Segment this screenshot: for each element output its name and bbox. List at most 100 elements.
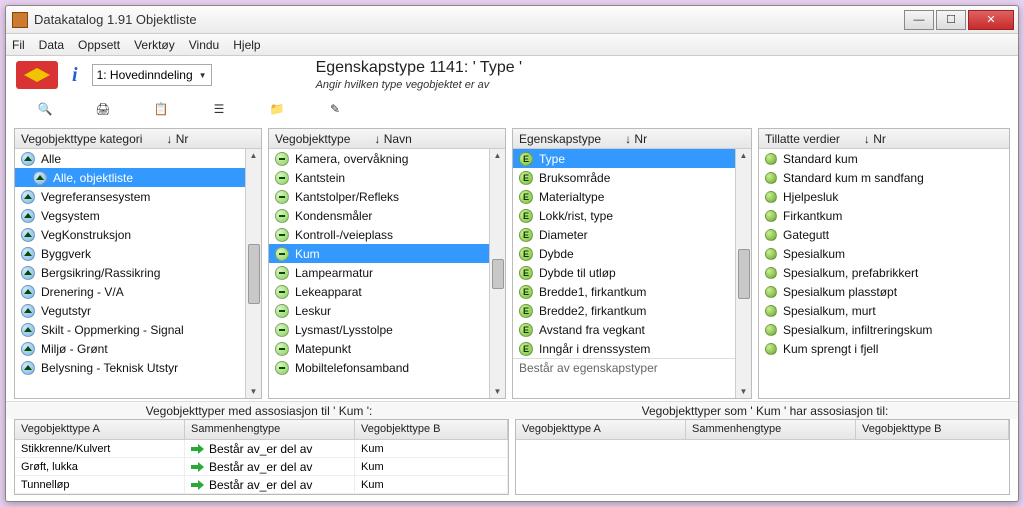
list-item[interactable]: Skilt - Oppmerking - Signal: [15, 320, 245, 339]
list-item[interactable]: Lampearmatur: [269, 263, 489, 282]
list-item[interactable]: Kondensmåler: [269, 206, 489, 225]
list-item[interactable]: Hjelpesluk: [759, 187, 1009, 206]
list-item[interactable]: Alle, objektliste: [15, 168, 245, 187]
list-item-label: Kontroll-/veieplass: [295, 228, 393, 242]
list-item[interactable]: Lekeapparat: [269, 282, 489, 301]
list-icon[interactable]: ☰: [210, 100, 228, 118]
list-item[interactable]: Vegreferansesystem: [15, 187, 245, 206]
list-item[interactable]: Lysmast/Lysstolpe: [269, 320, 489, 339]
scrollbar[interactable]: ▲ ▼: [245, 149, 261, 398]
kategori-list[interactable]: AlleAlle, objektlisteVegreferansesystemV…: [15, 149, 245, 398]
list-item[interactable]: ELokk/rist, type: [513, 206, 735, 225]
col-sammenhengtype[interactable]: Sammenhengtype: [185, 420, 355, 439]
table-row[interactable]: TunnelløpBestår av_er del avKum: [15, 476, 508, 494]
list-item[interactable]: Kantstolper/Refleks: [269, 187, 489, 206]
list-item[interactable]: Alle: [15, 149, 245, 168]
col-vegobjekttype-b[interactable]: Vegobjekttype B: [856, 420, 1009, 439]
list-item[interactable]: Belysning - Teknisk Utstyr: [15, 358, 245, 377]
menu-hjelp[interactable]: Hjelp: [233, 38, 260, 52]
list-item[interactable]: Kum: [269, 244, 489, 263]
scroll-thumb[interactable]: [738, 249, 750, 299]
panel-egenskapstype-header[interactable]: Egenskapstype ↓ Nr: [513, 129, 751, 149]
col-vegobjekttype-a[interactable]: Vegobjekttype A: [15, 420, 185, 439]
list-item[interactable]: Bergsikring/Rassikring: [15, 263, 245, 282]
list-item[interactable]: Gategutt: [759, 225, 1009, 244]
list-item[interactable]: Matepunkt: [269, 339, 489, 358]
hovedinndeling-dropdown[interactable]: 1: Hovedinndeling ▼: [92, 64, 212, 86]
list-item[interactable]: Spesialkum, murt: [759, 301, 1009, 320]
titlebar[interactable]: Datakatalog 1.91 Objektliste — ☐ ✕: [6, 6, 1018, 34]
col-vegobjekttype-a[interactable]: Vegobjekttype A: [516, 420, 686, 439]
list-item[interactable]: EType: [513, 149, 735, 168]
list-item[interactable]: Drenering - V/A: [15, 282, 245, 301]
scroll-thumb[interactable]: [248, 244, 260, 304]
minimize-button[interactable]: —: [904, 10, 934, 30]
menu-fil[interactable]: Fil: [12, 38, 25, 52]
list-item[interactable]: Kamera, overvåkning: [269, 149, 489, 168]
list-item[interactable]: Spesialkum, infiltreringskum: [759, 320, 1009, 339]
table-row[interactable]: Grøft, lukkaBestår av_er del avKum: [15, 458, 508, 476]
list-item-label: Standard kum m sandfang: [783, 171, 924, 185]
print-icon[interactable]: 🖨: [94, 100, 112, 118]
vegobjekttype-list[interactable]: Kamera, overvåkningKantsteinKantstolper/…: [269, 149, 489, 398]
close-button[interactable]: ✕: [968, 10, 1014, 30]
list-item[interactable]: EDybde: [513, 244, 735, 263]
list-item[interactable]: Leskur: [269, 301, 489, 320]
list-item[interactable]: Kantstein: [269, 168, 489, 187]
scrollbar[interactable]: ▲ ▼: [489, 149, 505, 398]
scroll-down-icon[interactable]: ▼: [250, 387, 258, 396]
list-item[interactable]: EBredde2, firkantkum: [513, 301, 735, 320]
tillatte-list[interactable]: Standard kum Standard kum m sandfang Hjelp…: [759, 149, 1009, 398]
list-item[interactable]: VegKonstruksjon: [15, 225, 245, 244]
list-item[interactable]: Spesialkum, prefabrikkert: [759, 263, 1009, 282]
list-item[interactable]: Byggverk: [15, 244, 245, 263]
col-sammenhengtype[interactable]: Sammenhengtype: [686, 420, 856, 439]
clipboard-icon[interactable]: 📋: [152, 100, 170, 118]
col-vegobjekttype-b[interactable]: Vegobjekttype B: [355, 420, 508, 439]
panel-vegobjekttype-body: Kamera, overvåkningKantsteinKantstolper/…: [269, 149, 505, 398]
list-item-label: Avstand fra vegkant: [539, 323, 645, 337]
list-item[interactable]: EDybde til utløp: [513, 263, 735, 282]
list-item[interactable]: Vegsystem: [15, 206, 245, 225]
list-item[interactable]: EInngår i drenssystem: [513, 339, 735, 358]
scroll-thumb[interactable]: [492, 259, 504, 289]
maximize-button[interactable]: ☐: [936, 10, 966, 30]
list-item[interactable]: Spesialkum plasstøpt: [759, 282, 1009, 301]
list-item[interactable]: EAvstand fra vegkant: [513, 320, 735, 339]
egenskapstype-list[interactable]: ETypeEBruksområdeEMaterialtypeELokk/rist…: [513, 149, 735, 398]
list-item[interactable]: EMaterialtype: [513, 187, 735, 206]
minus-icon: [275, 323, 289, 337]
scrollbar[interactable]: ▲ ▼: [735, 149, 751, 398]
list-item[interactable]: Firkantkum: [759, 206, 1009, 225]
menu-verktoy[interactable]: Verktøy: [134, 38, 175, 52]
panel-vegobjekttype-header[interactable]: Vegobjekttype ↓ Navn: [269, 129, 505, 149]
tree-icon[interactable]: 📁: [268, 100, 286, 118]
list-item[interactable]: Mobiltelefonsamband: [269, 358, 489, 377]
list-item[interactable]: EBruksområde: [513, 168, 735, 187]
list-item[interactable]: EBredde1, firkantkum: [513, 282, 735, 301]
menu-oppsett[interactable]: Oppsett: [78, 38, 120, 52]
scroll-up-icon[interactable]: ▲: [740, 151, 748, 160]
panel-kategori-header[interactable]: Vegobjekttype kategori ↓ Nr: [15, 129, 261, 149]
list-item[interactable]: Standard kum: [759, 149, 1009, 168]
list-item[interactable]: Kontroll-/veieplass: [269, 225, 489, 244]
menu-vindu[interactable]: Vindu: [189, 38, 219, 52]
list-item[interactable]: Spesialkum: [759, 244, 1009, 263]
list-item[interactable]: Kum sprengt i fjell: [759, 339, 1009, 358]
info-icon[interactable]: i: [72, 64, 78, 87]
table-header[interactable]: Vegobjekttype A Sammenhengtype Vegobjekt…: [15, 420, 508, 440]
pencil-icon[interactable]: ✎: [326, 100, 344, 118]
list-item[interactable]: Standard kum m sandfang: [759, 168, 1009, 187]
menu-data[interactable]: Data: [39, 38, 64, 52]
list-item[interactable]: EDiameter: [513, 225, 735, 244]
table-header[interactable]: Vegobjekttype A Sammenhengtype Vegobjekt…: [516, 420, 1009, 440]
scroll-down-icon[interactable]: ▼: [740, 387, 748, 396]
scroll-down-icon[interactable]: ▼: [494, 387, 502, 396]
table-row[interactable]: Stikkrenne/KulvertBestår av_er del avKum: [15, 440, 508, 458]
panel-tillatte-header[interactable]: Tillatte verdier ↓ Nr: [759, 129, 1009, 149]
list-item[interactable]: Miljø - Grønt: [15, 339, 245, 358]
scroll-up-icon[interactable]: ▲: [250, 151, 258, 160]
list-item[interactable]: Vegutstyr: [15, 301, 245, 320]
binoculars-icon[interactable]: 🔍: [36, 100, 54, 118]
scroll-up-icon[interactable]: ▲: [494, 151, 502, 160]
